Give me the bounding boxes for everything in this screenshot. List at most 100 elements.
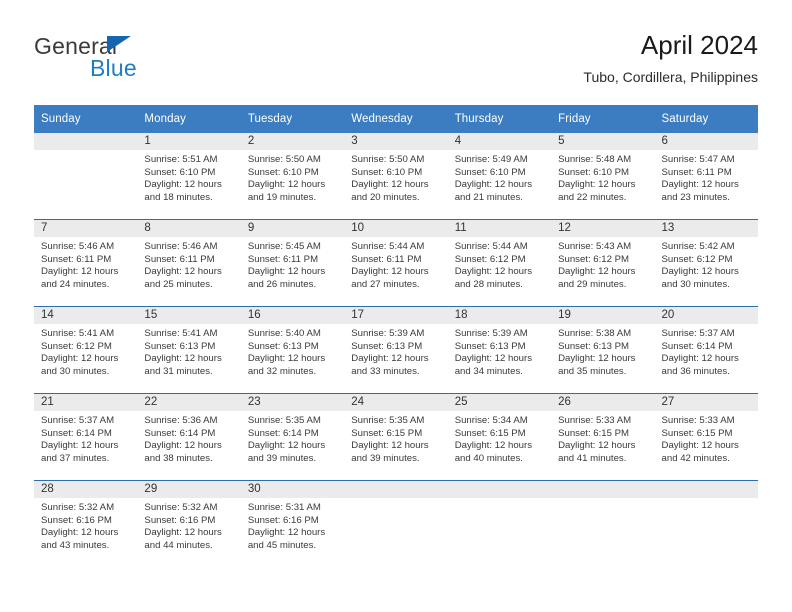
day-details: Sunrise: 5:49 AM Sunset: 6:10 PM Daylight:… bbox=[448, 150, 551, 204]
calendar-day-cell[interactable]: 27 Sunrise: 5:33 AM Sunset: 6:15 PM Dayligh… bbox=[654, 393, 758, 481]
sunrise-time: Sunrise: 5:34 AM bbox=[454, 415, 528, 426]
calendar-day-cell[interactable]: 2 Sunrise: 5:50 AM Sunset: 6:10 PM Daylight… bbox=[240, 133, 345, 220]
daylight-duration-line2: and 41 minutes. bbox=[558, 452, 627, 464]
calendar-day-cell[interactable]: 26 Sunrise: 5:33 AM Sunset: 6:15 PM Dayligh… bbox=[551, 393, 655, 481]
sunrise-time: Sunrise: 5:37 AM bbox=[41, 415, 115, 426]
day-cell-inner: 20 Sunrise: 5:37 AM Sunset: 6:14 PM Dayligh… bbox=[654, 307, 758, 393]
calendar-day-cell[interactable]: 7 Sunrise: 5:46 AM Sunset: 6:11 PM Daylight… bbox=[34, 219, 138, 307]
calendar-day-cell[interactable]: 15 Sunrise: 5:41 AM Sunset: 6:13 PM Dayligh… bbox=[137, 306, 241, 394]
day-details: Sunrise: 5:33 AM Sunset: 6:15 PM Daylight:… bbox=[551, 411, 654, 465]
daylight-duration-line1: Daylight: 12 hours bbox=[454, 440, 533, 452]
calendar-day-cell[interactable]: 25 Sunrise: 5:34 AM Sunset: 6:15 PM Dayligh… bbox=[447, 393, 552, 481]
daylight-duration-line1: Daylight: 12 hours bbox=[454, 179, 533, 191]
calendar-day-cell[interactable]: 6 Sunrise: 5:47 AM Sunset: 6:11 PM Daylight… bbox=[654, 133, 758, 220]
day-number: 19 bbox=[551, 307, 655, 324]
daylight-duration-line1: Daylight: 12 hours bbox=[144, 266, 222, 278]
daylight-duration-line1: Daylight: 12 hours bbox=[144, 527, 222, 539]
daylight-duration-line1: Daylight: 12 hours bbox=[454, 266, 533, 278]
sunset-time: Sunset: 6:15 PM bbox=[558, 427, 630, 439]
day-number: 1 bbox=[137, 133, 241, 150]
daylight-duration-line2: and 28 minutes. bbox=[454, 278, 523, 290]
calendar-day-cell[interactable]: 5 Sunrise: 5:48 AM Sunset: 6:10 PM Daylight… bbox=[551, 133, 655, 220]
sunset-time: Sunset: 6:15 PM bbox=[351, 427, 423, 439]
day-cell-inner: 29 Sunrise: 5:32 AM Sunset: 6:16 PM Dayligh… bbox=[137, 481, 241, 567]
sunrise-time: Sunrise: 5:44 AM bbox=[454, 241, 528, 252]
calendar-day-cell[interactable]: 23 Sunrise: 5:35 AM Sunset: 6:14 PM Dayligh… bbox=[240, 393, 345, 481]
day-number: 25 bbox=[447, 394, 552, 411]
day-number: 23 bbox=[240, 394, 345, 411]
calendar-day-cell[interactable]: 29 Sunrise: 5:32 AM Sunset: 6:16 PM Dayligh… bbox=[137, 480, 241, 567]
day-cell-inner: 4 Sunrise: 5:49 AM Sunset: 6:10 PM Daylight… bbox=[447, 133, 552, 219]
calendar-day-cell[interactable]: 9 Sunrise: 5:45 AM Sunset: 6:11 PM Daylight… bbox=[240, 219, 345, 307]
day-details: Sunrise: 5:48 AM Sunset: 6:10 PM Daylight:… bbox=[551, 150, 654, 204]
day-cell-inner: 18 Sunrise: 5:39 AM Sunset: 6:13 PM Dayligh… bbox=[447, 307, 552, 393]
calendar-day-cell[interactable]: 1 Sunrise: 5:51 AM Sunset: 6:10 PM Daylight… bbox=[137, 133, 241, 220]
calendar-day-cell[interactable]: 14 Sunrise: 5:41 AM Sunset: 6:12 PM Dayligh… bbox=[34, 306, 138, 394]
calendar-table: Sunday Monday Tuesday Wednesday Thursday… bbox=[34, 105, 758, 567]
calendar-grid: Sunday Monday Tuesday Wednesday Thursday… bbox=[34, 105, 758, 567]
daylight-duration-line2: and 22 minutes. bbox=[558, 191, 627, 203]
day-cell-inner: 17 Sunrise: 5:39 AM Sunset: 6:13 PM Dayligh… bbox=[344, 307, 448, 393]
logo-text-blue: Blue bbox=[90, 55, 137, 81]
sunrise-time: Sunrise: 5:46 AM bbox=[144, 241, 218, 252]
day-cell-inner: 13 Sunrise: 5:42 AM Sunset: 6:12 PM Dayligh… bbox=[654, 220, 758, 306]
calendar-day-cell[interactable]: 4 Sunrise: 5:49 AM Sunset: 6:10 PM Daylight… bbox=[447, 133, 552, 220]
sunrise-time: Sunrise: 5:45 AM bbox=[247, 241, 321, 252]
sunrise-time: Sunrise: 5:42 AM bbox=[661, 241, 735, 252]
daylight-duration-line1: Daylight: 12 hours bbox=[247, 353, 326, 365]
daylight-duration-line2: and 42 minutes. bbox=[661, 452, 730, 464]
day-details: Sunrise: 5:47 AM Sunset: 6:11 PM Daylight:… bbox=[655, 150, 758, 204]
calendar-week-row: 7 Sunrise: 5:46 AM Sunset: 6:11 PM Daylight… bbox=[34, 219, 758, 307]
day-details: Sunrise: 5:46 AM Sunset: 6:11 PM Daylight:… bbox=[34, 237, 137, 291]
day-number: 9 bbox=[240, 220, 345, 237]
calendar-day-cell[interactable]: 3 Sunrise: 5:50 AM Sunset: 6:10 PM Daylight… bbox=[344, 133, 448, 220]
calendar-day-cell[interactable]: 8 Sunrise: 5:46 AM Sunset: 6:11 PM Daylight… bbox=[137, 219, 241, 307]
page-header: General Blue April 2024 Tubo, Cordillera… bbox=[0, 0, 792, 100]
calendar-day-cell[interactable]: 21 Sunrise: 5:37 AM Sunset: 6:14 PM Dayligh… bbox=[34, 393, 138, 481]
daylight-duration-line2: and 26 minutes. bbox=[247, 278, 317, 290]
day-details: Sunrise: 5:37 AM Sunset: 6:14 PM Daylight:… bbox=[655, 324, 758, 378]
sunrise-time: Sunrise: 5:41 AM bbox=[41, 328, 115, 339]
calendar-day-cell[interactable]: 18 Sunrise: 5:39 AM Sunset: 6:13 PM Dayligh… bbox=[447, 306, 552, 394]
calendar-day-cell[interactable]: 10 Sunrise: 5:44 AM Sunset: 6:11 PM Dayligh… bbox=[344, 219, 448, 307]
sunset-time: Sunset: 6:11 PM bbox=[41, 253, 112, 265]
calendar-day-cell[interactable]: 11 Sunrise: 5:44 AM Sunset: 6:12 PM Dayligh… bbox=[447, 219, 552, 307]
calendar-day-cell[interactable]: 20 Sunrise: 5:37 AM Sunset: 6:14 PM Dayligh… bbox=[654, 306, 758, 394]
calendar-day-cell[interactable]: 24 Sunrise: 5:35 AM Sunset: 6:15 PM Dayligh… bbox=[344, 393, 448, 481]
day-details: Sunrise: 5:35 AM Sunset: 6:14 PM Daylight:… bbox=[241, 411, 344, 465]
daylight-duration-line2: and 37 minutes. bbox=[41, 452, 110, 464]
calendar-week-row: 21 Sunrise: 5:37 AM Sunset: 6:14 PM Dayligh… bbox=[34, 393, 758, 481]
sunset-time: Sunset: 6:11 PM bbox=[661, 166, 732, 178]
sunset-time: Sunset: 6:15 PM bbox=[454, 427, 526, 439]
day-cell-inner: 27 Sunrise: 5:33 AM Sunset: 6:15 PM Dayligh… bbox=[654, 394, 758, 480]
calendar-day-cell[interactable]: 22 Sunrise: 5:36 AM Sunset: 6:14 PM Dayligh… bbox=[137, 393, 241, 481]
calendar-day-cell[interactable]: 16 Sunrise: 5:40 AM Sunset: 6:13 PM Dayligh… bbox=[240, 306, 345, 394]
calendar-week-row: 14 Sunrise: 5:41 AM Sunset: 6:12 PM Dayligh… bbox=[34, 306, 758, 394]
general-blue-logo[interactable]: General Blue bbox=[34, 33, 214, 83]
day-details: Sunrise: 5:41 AM Sunset: 6:12 PM Daylight:… bbox=[34, 324, 137, 378]
sunrise-time: Sunrise: 5:33 AM bbox=[558, 415, 632, 426]
calendar-day-cell[interactable]: 30 Sunrise: 5:31 AM Sunset: 6:16 PM Dayligh… bbox=[240, 480, 345, 567]
daylight-duration-line1: Daylight: 12 hours bbox=[41, 353, 119, 365]
calendar-day-cell[interactable]: 12 Sunrise: 5:43 AM Sunset: 6:12 PM Dayligh… bbox=[551, 219, 655, 307]
daylight-duration-line1: Daylight: 12 hours bbox=[661, 179, 739, 191]
day-details: Sunrise: 5:46 AM Sunset: 6:11 PM Daylight:… bbox=[137, 237, 240, 291]
sunset-time: Sunset: 6:10 PM bbox=[558, 166, 630, 178]
sunrise-time: Sunrise: 5:40 AM bbox=[247, 328, 321, 339]
day-cell-inner: 2 Sunrise: 5:50 AM Sunset: 6:10 PM Daylight… bbox=[240, 133, 345, 219]
daylight-duration-line1: Daylight: 12 hours bbox=[247, 179, 326, 191]
daylight-duration-line1: Daylight: 12 hours bbox=[454, 353, 533, 365]
day-number: 3 bbox=[344, 133, 448, 150]
sunset-time: Sunset: 6:12 PM bbox=[41, 340, 112, 352]
calendar-day-cell[interactable]: 19 Sunrise: 5:38 AM Sunset: 6:13 PM Dayligh… bbox=[551, 306, 655, 394]
sunset-time: Sunset: 6:10 PM bbox=[144, 166, 216, 178]
daylight-duration-line2: and 23 minutes. bbox=[661, 191, 730, 203]
calendar-day-cell[interactable]: 28 Sunrise: 5:32 AM Sunset: 6:16 PM Dayligh… bbox=[34, 480, 138, 567]
daylight-duration-line2: and 24 minutes. bbox=[41, 278, 110, 290]
daylight-duration-line2: and 45 minutes. bbox=[247, 539, 317, 551]
day-number: 13 bbox=[654, 220, 758, 237]
sunrise-time: Sunrise: 5:32 AM bbox=[144, 502, 218, 513]
day-details: Sunrise: 5:38 AM Sunset: 6:13 PM Daylight:… bbox=[551, 324, 654, 378]
calendar-day-cell[interactable]: 17 Sunrise: 5:39 AM Sunset: 6:13 PM Dayligh… bbox=[344, 306, 448, 394]
calendar-day-cell[interactable]: 13 Sunrise: 5:42 AM Sunset: 6:12 PM Dayligh… bbox=[654, 219, 758, 307]
